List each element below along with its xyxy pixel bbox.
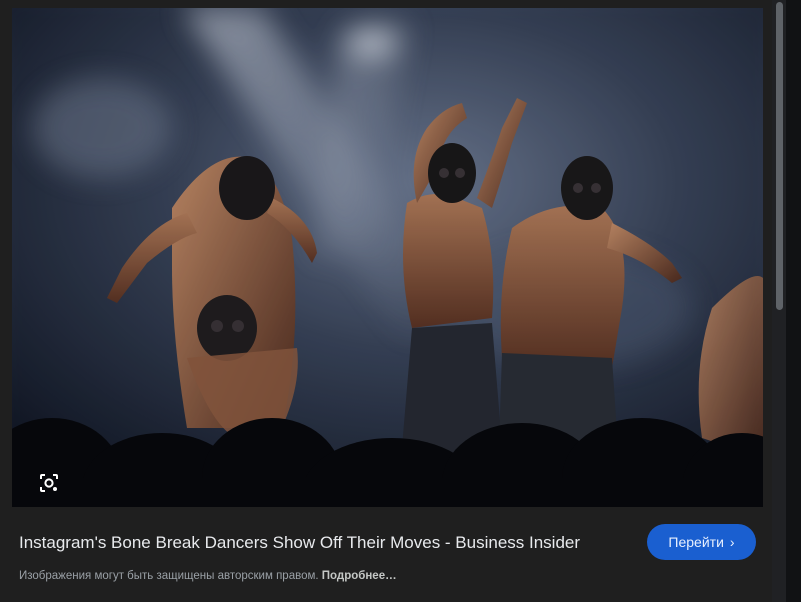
visit-button-label: Перейти <box>668 534 724 550</box>
right-gutter <box>786 0 801 602</box>
visit-button[interactable]: Перейти › <box>647 524 756 560</box>
lens-search-button[interactable] <box>36 470 62 496</box>
more-link[interactable]: Подробнее… <box>322 570 397 582</box>
result-title[interactable]: Instagram's Bone Break Dancers Show Off … <box>19 532 629 554</box>
image-preview-panel: Instagram's Bone Break Dancers Show Off … <box>0 0 801 602</box>
copyright-notice: Изображения могут быть защищены авторски… <box>19 569 397 583</box>
scrollbar-thumb[interactable] <box>776 2 783 310</box>
copyright-text: Изображения могут быть защищены авторски… <box>19 570 319 582</box>
chevron-right-icon: › <box>729 534 735 550</box>
lens-search-icon <box>40 474 58 492</box>
dancers-photo <box>12 8 763 507</box>
preview-image[interactable] <box>12 8 763 507</box>
